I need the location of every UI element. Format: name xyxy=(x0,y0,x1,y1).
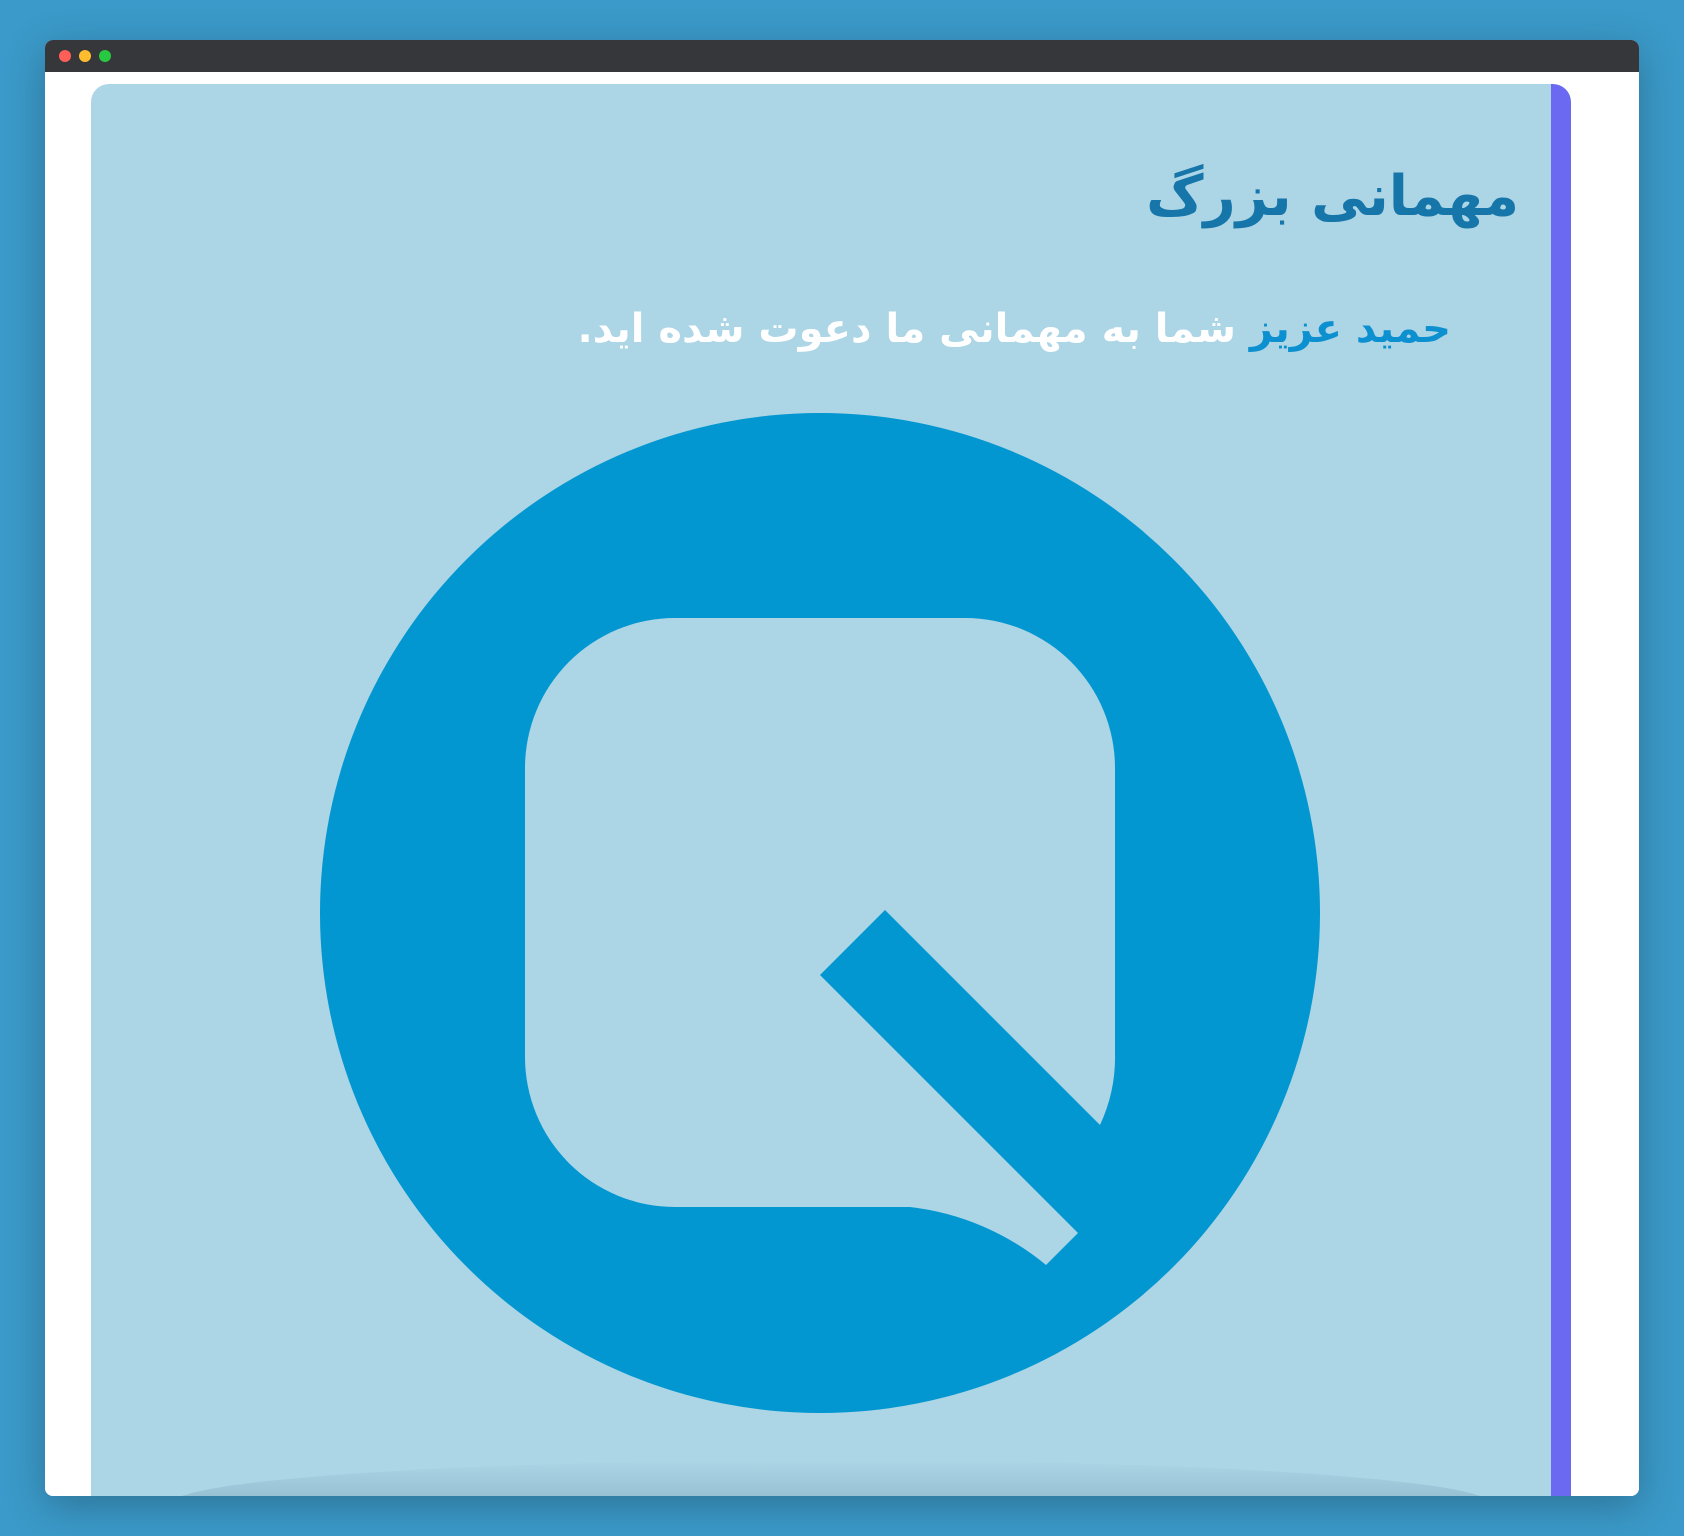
window-titlebar xyxy=(45,40,1639,72)
invitation-message: حمید عزیز شما به مهمانی ما دعوت شده اید. xyxy=(577,306,1451,352)
invitation-card: مهمانی بزرگ حمید عزیز شما به مهمانی ما د… xyxy=(91,84,1571,1496)
maximize-window-button[interactable] xyxy=(99,50,111,62)
invitation-text: شما به مهمانی ما دعوت شده اید. xyxy=(577,306,1250,352)
q-logo-icon xyxy=(320,413,1320,1413)
page-content: مهمانی بزرگ حمید عزیز شما به مهمانی ما د… xyxy=(45,72,1639,1496)
close-window-button[interactable] xyxy=(59,50,71,62)
page-title: مهمانی بزرگ xyxy=(1146,164,1519,229)
card-bottom-shadow xyxy=(171,1460,1491,1496)
card-accent-bar xyxy=(1551,84,1571,1496)
guest-name: حمید عزیز xyxy=(1249,306,1451,352)
browser-window: مهمانی بزرگ حمید عزیز شما به مهمانی ما د… xyxy=(45,40,1639,1496)
minimize-window-button[interactable] xyxy=(79,50,91,62)
